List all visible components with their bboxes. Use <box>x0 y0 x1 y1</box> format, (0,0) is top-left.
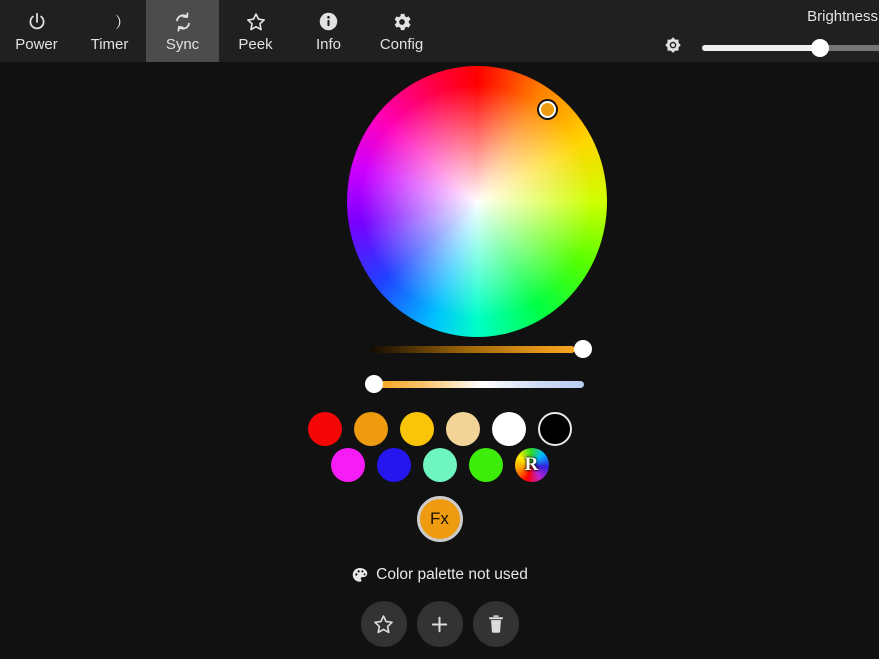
tab-bar: Power Timer Sync Peek Info Config <box>0 0 438 62</box>
swatch-gold[interactable] <box>399 412 434 446</box>
tab-timer-label: Timer <box>90 35 129 53</box>
swatch-white[interactable] <box>491 412 526 446</box>
swatch-tan[interactable] <box>445 412 480 446</box>
color-wheel-area <box>347 66 607 337</box>
swatch-black[interactable] <box>537 412 572 446</box>
tab-info-label: Info <box>315 35 342 53</box>
swatch-row-1 <box>0 412 879 446</box>
top-toolbar: Power Timer Sync Peek Info Config Bright… <box>0 0 879 62</box>
tab-config-label: Config <box>379 35 424 53</box>
fx-button-area: Fx <box>0 496 879 542</box>
trash-icon <box>488 615 503 633</box>
star-icon <box>374 614 393 633</box>
swatch-row-2: R <box>0 448 879 482</box>
action-button-row <box>0 601 879 647</box>
color-swatches: R <box>0 412 879 482</box>
tab-sync-label: Sync <box>165 35 200 53</box>
tab-info[interactable]: Info <box>292 0 365 62</box>
color-wheel[interactable] <box>347 66 607 337</box>
brightness-slider-row <box>661 36 879 60</box>
swatch-aquamarine[interactable] <box>422 448 457 482</box>
temperature-slider <box>365 373 584 395</box>
brightness-sun-icon <box>661 36 685 60</box>
swatch-red[interactable] <box>307 412 342 446</box>
temperature-slider-thumb[interactable] <box>365 375 383 393</box>
sync-icon <box>172 10 194 34</box>
tab-config[interactable]: Config <box>365 0 438 62</box>
color-wheel-selector[interactable] <box>538 100 556 118</box>
palette-icon <box>351 566 369 584</box>
value-slider <box>370 338 592 360</box>
swatch-green[interactable] <box>468 448 503 482</box>
star-icon <box>245 10 267 34</box>
color-control-app: Power Timer Sync Peek Info Config Bright… <box>0 0 879 659</box>
swatch-rainbow[interactable]: R <box>514 448 549 482</box>
tab-peek[interactable]: Peek <box>219 0 292 62</box>
tab-power-label: Power <box>15 35 58 53</box>
swatch-magenta[interactable] <box>330 448 365 482</box>
palette-status: Color palette not used <box>0 566 879 584</box>
tab-sync[interactable]: Sync <box>146 0 219 62</box>
brightness-slider-thumb[interactable] <box>811 39 829 57</box>
tab-peek-label: Peek <box>238 35 273 53</box>
plus-icon <box>431 616 448 632</box>
add-button[interactable] <box>416 601 463 647</box>
info-icon <box>318 10 339 34</box>
fx-button[interactable]: Fx <box>416 496 463 542</box>
palette-status-text: Color palette not used <box>376 566 528 583</box>
brightness-label: Brightness <box>807 8 878 25</box>
swatch-orange[interactable] <box>353 412 388 446</box>
delete-button[interactable] <box>472 601 519 647</box>
tab-power[interactable]: Power <box>0 0 73 62</box>
moon-icon <box>99 10 121 34</box>
value-slider-thumb[interactable] <box>574 340 592 358</box>
gear-icon <box>391 10 413 34</box>
swatch-blue[interactable] <box>376 448 411 482</box>
value-slider-track[interactable] <box>370 346 575 353</box>
power-icon <box>26 10 48 34</box>
temperature-slider-track[interactable] <box>379 381 584 388</box>
brightness-control: Brightness <box>639 0 879 62</box>
favorite-button[interactable] <box>360 601 407 647</box>
brightness-slider-track[interactable] <box>702 39 879 57</box>
tab-timer[interactable]: Timer <box>73 0 146 62</box>
brightness-slider-fill <box>702 45 820 51</box>
